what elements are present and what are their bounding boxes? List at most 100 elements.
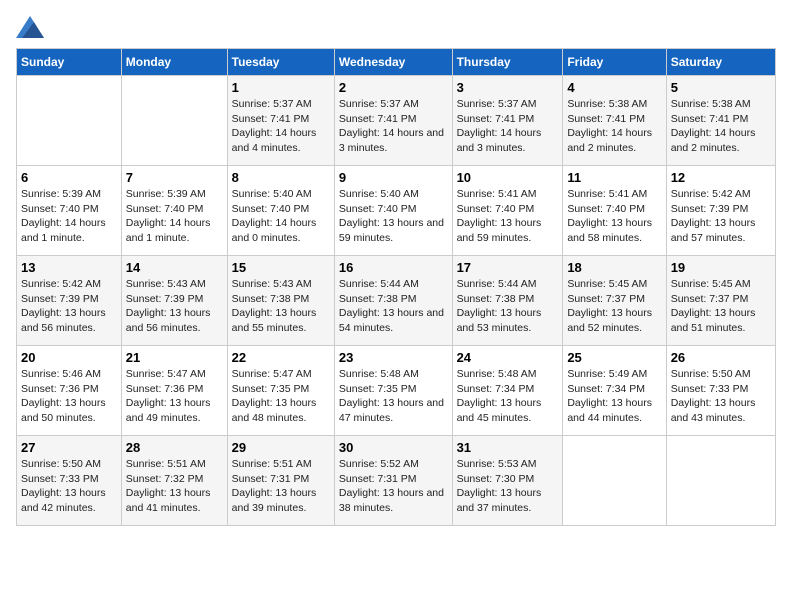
day-number: 20 <box>21 350 117 365</box>
day-number: 3 <box>457 80 559 95</box>
calendar-day-cell: 20 Sunrise: 5:46 AMSunset: 7:36 PMDayligh… <box>17 346 122 436</box>
weekday-header-cell: Wednesday <box>334 49 452 76</box>
day-info: Sunrise: 5:47 AMSunset: 7:36 PMDaylight:… <box>126 367 223 426</box>
day-number: 19 <box>671 260 771 275</box>
day-info: Sunrise: 5:42 AMSunset: 7:39 PMDaylight:… <box>671 187 771 246</box>
day-info: Sunrise: 5:39 AMSunset: 7:40 PMDaylight:… <box>21 187 117 246</box>
day-info: Sunrise: 5:45 AMSunset: 7:37 PMDaylight:… <box>567 277 661 336</box>
calendar-day-cell: 4 Sunrise: 5:38 AMSunset: 7:41 PMDaylight… <box>563 76 666 166</box>
day-number: 29 <box>232 440 330 455</box>
day-number: 5 <box>671 80 771 95</box>
day-number: 8 <box>232 170 330 185</box>
calendar-day-cell: 2 Sunrise: 5:37 AMSunset: 7:41 PMDaylight… <box>334 76 452 166</box>
day-number: 18 <box>567 260 661 275</box>
day-number: 23 <box>339 350 448 365</box>
day-info: Sunrise: 5:46 AMSunset: 7:36 PMDaylight:… <box>21 367 117 426</box>
weekday-header-cell: Saturday <box>666 49 775 76</box>
calendar-body: 1 Sunrise: 5:37 AMSunset: 7:41 PMDaylight… <box>17 76 776 526</box>
weekday-header-cell: Monday <box>121 49 227 76</box>
weekday-header-cell: Thursday <box>452 49 563 76</box>
calendar-day-cell: 18 Sunrise: 5:45 AMSunset: 7:37 PMDayligh… <box>563 256 666 346</box>
calendar-day-cell: 6 Sunrise: 5:39 AMSunset: 7:40 PMDaylight… <box>17 166 122 256</box>
day-number: 9 <box>339 170 448 185</box>
calendar-week-row: 27 Sunrise: 5:50 AMSunset: 7:33 PMDayligh… <box>17 436 776 526</box>
calendar-day-cell: 3 Sunrise: 5:37 AMSunset: 7:41 PMDaylight… <box>452 76 563 166</box>
day-info: Sunrise: 5:51 AMSunset: 7:31 PMDaylight:… <box>232 457 330 516</box>
day-number: 7 <box>126 170 223 185</box>
day-info: Sunrise: 5:40 AMSunset: 7:40 PMDaylight:… <box>339 187 448 246</box>
calendar-week-row: 6 Sunrise: 5:39 AMSunset: 7:40 PMDaylight… <box>17 166 776 256</box>
calendar-week-row: 13 Sunrise: 5:42 AMSunset: 7:39 PMDayligh… <box>17 256 776 346</box>
day-info: Sunrise: 5:51 AMSunset: 7:32 PMDaylight:… <box>126 457 223 516</box>
day-info: Sunrise: 5:50 AMSunset: 7:33 PMDaylight:… <box>671 367 771 426</box>
calendar-day-cell: 25 Sunrise: 5:49 AMSunset: 7:34 PMDayligh… <box>563 346 666 436</box>
day-info: Sunrise: 5:40 AMSunset: 7:40 PMDaylight:… <box>232 187 330 246</box>
day-number: 24 <box>457 350 559 365</box>
calendar-week-row: 20 Sunrise: 5:46 AMSunset: 7:36 PMDayligh… <box>17 346 776 436</box>
calendar-day-cell: 28 Sunrise: 5:51 AMSunset: 7:32 PMDayligh… <box>121 436 227 526</box>
calendar-day-cell: 11Sunrise: 5:41 AMSunset: 7:40 PMDayligh… <box>563 166 666 256</box>
day-info: Sunrise: 5:43 AMSunset: 7:39 PMDaylight:… <box>126 277 223 336</box>
logo-icon <box>16 16 44 38</box>
weekday-header-cell: Friday <box>563 49 666 76</box>
calendar-day-cell: 24 Sunrise: 5:48 AMSunset: 7:34 PMDayligh… <box>452 346 563 436</box>
weekday-header-cell: Tuesday <box>227 49 334 76</box>
day-info: Sunrise: 5:53 AMSunset: 7:30 PMDaylight:… <box>457 457 559 516</box>
day-number: 6 <box>21 170 117 185</box>
day-info: Sunrise: 5:41 AMSunset: 7:40 PMDaylight:… <box>567 187 661 246</box>
day-info: Sunrise: 5:42 AMSunset: 7:39 PMDaylight:… <box>21 277 117 336</box>
day-info: Sunrise: 5:47 AMSunset: 7:35 PMDaylight:… <box>232 367 330 426</box>
calendar-day-cell: 21Sunrise: 5:47 AMSunset: 7:36 PMDayligh… <box>121 346 227 436</box>
day-number: 30 <box>339 440 448 455</box>
day-number: 14 <box>126 260 223 275</box>
calendar-day-cell: 23 Sunrise: 5:48 AMSunset: 7:35 PMDayligh… <box>334 346 452 436</box>
day-number: 15 <box>232 260 330 275</box>
calendar-day-cell: 14 Sunrise: 5:43 AMSunset: 7:39 PMDayligh… <box>121 256 227 346</box>
calendar-day-cell: 26 Sunrise: 5:50 AMSunset: 7:33 PMDayligh… <box>666 346 775 436</box>
calendar-day-cell <box>563 436 666 526</box>
day-info: Sunrise: 5:50 AMSunset: 7:33 PMDaylight:… <box>21 457 117 516</box>
weekday-header-cell: Sunday <box>17 49 122 76</box>
calendar-day-cell <box>121 76 227 166</box>
day-info: Sunrise: 5:39 AMSunset: 7:40 PMDaylight:… <box>126 187 223 246</box>
day-info: Sunrise: 5:37 AMSunset: 7:41 PMDaylight:… <box>339 97 448 156</box>
calendar-day-cell: 1 Sunrise: 5:37 AMSunset: 7:41 PMDaylight… <box>227 76 334 166</box>
day-number: 22 <box>232 350 330 365</box>
day-number: 27 <box>21 440 117 455</box>
day-info: Sunrise: 5:44 AMSunset: 7:38 PMDaylight:… <box>339 277 448 336</box>
calendar-day-cell: 19Sunrise: 5:45 AMSunset: 7:37 PMDayligh… <box>666 256 775 346</box>
day-info: Sunrise: 5:38 AMSunset: 7:41 PMDaylight:… <box>567 97 661 156</box>
day-number: 28 <box>126 440 223 455</box>
day-info: Sunrise: 5:52 AMSunset: 7:31 PMDaylight:… <box>339 457 448 516</box>
calendar-day-cell: 31 Sunrise: 5:53 AMSunset: 7:30 PMDayligh… <box>452 436 563 526</box>
day-number: 16 <box>339 260 448 275</box>
calendar-day-cell: 22 Sunrise: 5:47 AMSunset: 7:35 PMDayligh… <box>227 346 334 436</box>
calendar-day-cell <box>17 76 122 166</box>
day-number: 2 <box>339 80 448 95</box>
day-number: 25 <box>567 350 661 365</box>
calendar-week-row: 1 Sunrise: 5:37 AMSunset: 7:41 PMDaylight… <box>17 76 776 166</box>
day-info: Sunrise: 5:48 AMSunset: 7:35 PMDaylight:… <box>339 367 448 426</box>
day-info: Sunrise: 5:41 AMSunset: 7:40 PMDaylight:… <box>457 187 559 246</box>
day-number: 1 <box>232 80 330 95</box>
day-number: 13 <box>21 260 117 275</box>
day-number: 4 <box>567 80 661 95</box>
day-info: Sunrise: 5:44 AMSunset: 7:38 PMDaylight:… <box>457 277 559 336</box>
day-info: Sunrise: 5:48 AMSunset: 7:34 PMDaylight:… <box>457 367 559 426</box>
calendar-day-cell: 12 Sunrise: 5:42 AMSunset: 7:39 PMDayligh… <box>666 166 775 256</box>
day-number: 31 <box>457 440 559 455</box>
day-number: 26 <box>671 350 771 365</box>
day-info: Sunrise: 5:49 AMSunset: 7:34 PMDaylight:… <box>567 367 661 426</box>
calendar-day-cell: 8 Sunrise: 5:40 AMSunset: 7:40 PMDaylight… <box>227 166 334 256</box>
calendar-day-cell: 15 Sunrise: 5:43 AMSunset: 7:38 PMDayligh… <box>227 256 334 346</box>
day-info: Sunrise: 5:37 AMSunset: 7:41 PMDaylight:… <box>457 97 559 156</box>
day-info: Sunrise: 5:37 AMSunset: 7:41 PMDaylight:… <box>232 97 330 156</box>
calendar-day-cell: 10Sunrise: 5:41 AMSunset: 7:40 PMDayligh… <box>452 166 563 256</box>
header <box>16 16 776 38</box>
calendar-day-cell: 7 Sunrise: 5:39 AMSunset: 7:40 PMDaylight… <box>121 166 227 256</box>
day-number: 12 <box>671 170 771 185</box>
calendar-day-cell: 9 Sunrise: 5:40 AMSunset: 7:40 PMDaylight… <box>334 166 452 256</box>
weekday-header-row: SundayMondayTuesdayWednesdayThursdayFrid… <box>17 49 776 76</box>
day-info: Sunrise: 5:43 AMSunset: 7:38 PMDaylight:… <box>232 277 330 336</box>
calendar-day-cell: 13 Sunrise: 5:42 AMSunset: 7:39 PMDayligh… <box>17 256 122 346</box>
